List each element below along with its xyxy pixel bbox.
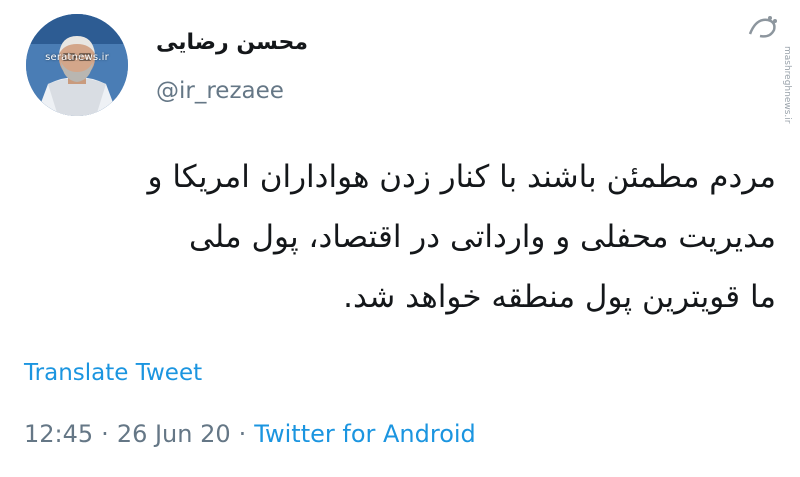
tweet-date[interactable]: 26 Jun 20: [117, 420, 231, 448]
avatar-portrait: [26, 14, 128, 116]
site-watermark: mashreghnews.ir: [740, 6, 792, 123]
tweet-card: seratnews.ir محسن رضایی @ir_rezaee mashr…: [0, 0, 800, 477]
tweet-meta: 12:45 · 26 Jun 20 · Twitter for Android: [24, 420, 476, 448]
site-logo-icon: [748, 16, 777, 38]
tweet-time[interactable]: 12:45: [24, 420, 93, 448]
meta-separator: ·: [238, 420, 247, 448]
site-watermark-text: mashreghnews.ir: [782, 46, 792, 124]
tweet-source-link[interactable]: Twitter for Android: [254, 420, 475, 448]
tweet-line: مدیریت محفلی و وارداتی در اقتصاد، پول مل…: [188, 219, 776, 255]
user-handle[interactable]: @ir_rezaee: [156, 78, 284, 104]
display-name[interactable]: محسن رضایی: [156, 30, 308, 55]
avatar-watermark: seratnews.ir: [45, 52, 109, 63]
tweet-text: مردم مطمئن باشند با کنار زدن هواداران ام…: [24, 147, 777, 327]
meta-separator: ·: [101, 420, 109, 448]
avatar[interactable]: seratnews.ir: [26, 14, 128, 116]
translate-tweet-link[interactable]: Translate Tweet: [24, 360, 202, 386]
tweet-line: مردم مطمئن باشند با کنار زدن هواداران ام…: [147, 159, 777, 195]
tweet-line: ما قویترین پول منطقه خواهد شد.: [343, 279, 776, 315]
